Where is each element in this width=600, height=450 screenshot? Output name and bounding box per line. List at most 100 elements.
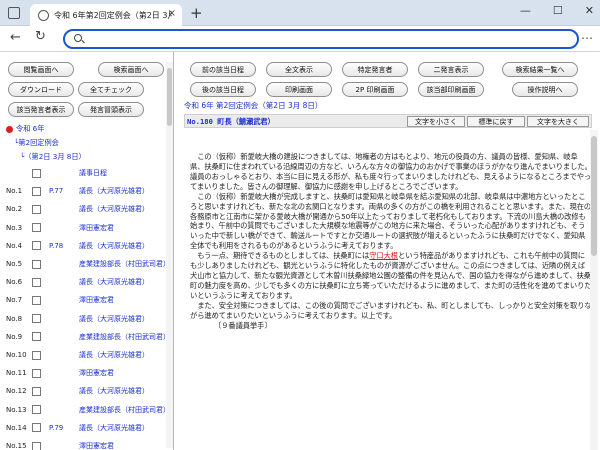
close-window-button[interactable]: ✕ — [585, 4, 594, 17]
item-speaker-link[interactable]: 澤田憲宏君 — [79, 295, 114, 305]
scroll-thumb[interactable] — [167, 68, 172, 126]
item-speaker-link[interactable]: 産業建設部長（村田武司君） — [79, 405, 170, 415]
item-checkbox[interactable] — [32, 277, 41, 287]
speech-paragraph: もう一点、期待できるものとしましては、扶桑町には守口大根という特産品がありますけ… — [190, 251, 592, 300]
right-pane: 前の該当日程 全文表示 特定発言者 二発言表示 検索結果一覧へ 後の該当日程 印… — [176, 52, 600, 450]
item-number: No.11 — [6, 369, 27, 378]
item-checkbox[interactable] — [32, 368, 41, 378]
search-screen-button[interactable]: 検索画面へ — [98, 62, 164, 77]
app-icon[interactable] — [8, 7, 20, 19]
show-speakers-button[interactable]: 該当発言者表示 — [8, 102, 74, 117]
left-scrollbar[interactable] — [166, 62, 173, 448]
item-checkbox[interactable] — [32, 295, 41, 305]
item-checkbox[interactable] — [32, 405, 41, 415]
specific-speaker-button[interactable]: 特定発言者 — [342, 62, 408, 77]
list-item[interactable]: No.15 澤田憲宏君 — [6, 439, 171, 450]
item-speaker-link[interactable]: 議長（大河原光雄君） — [79, 423, 149, 433]
download-button[interactable]: ダウンロード — [8, 82, 74, 97]
right-scrollbar[interactable] — [590, 130, 598, 450]
show-all-button[interactable]: 全文表示 — [266, 62, 332, 77]
item-checkbox[interactable] — [32, 241, 41, 251]
window-controls: — ☐ ✕ — [520, 4, 594, 17]
two-speakers-button[interactable]: 二発言表示 — [418, 62, 484, 77]
font-smaller-button[interactable]: 文字を小さく — [407, 116, 465, 127]
item-number: No.4 — [6, 241, 23, 250]
item-checkbox[interactable] — [32, 168, 41, 178]
prev-day-button[interactable]: 前の該当日程 — [190, 62, 256, 77]
print-screen-button[interactable]: 印刷画面 — [266, 82, 332, 97]
speech-paragraph: また、安全対策につきましては、この後の質問でございますけれども、私、町としまして… — [190, 300, 592, 320]
list-item[interactable]: No.3 澤田憲宏君 — [6, 221, 171, 235]
next-day-button[interactable]: 後の該当日程 — [190, 82, 256, 97]
item-checkbox[interactable] — [32, 314, 41, 324]
item-checkbox[interactable] — [32, 441, 41, 450]
back-button[interactable]: ← — [10, 30, 21, 45]
help-button[interactable]: 操作説明へ — [512, 82, 578, 97]
item-speaker-link[interactable]: 議長（大河原光雄君） — [79, 186, 149, 196]
font-larger-button[interactable]: 文字を大きく — [527, 116, 589, 127]
scroll-thumb[interactable] — [591, 136, 597, 256]
list-item[interactable]: No.10 議長（大河原光雄君） — [6, 348, 171, 362]
new-tab-button[interactable]: + — [190, 4, 203, 22]
reload-button[interactable]: ↻ — [35, 29, 46, 44]
list-item[interactable]: 議事日程 — [6, 166, 171, 180]
print-part-button[interactable]: 該当部印刷画面 — [418, 82, 484, 97]
item-checkbox[interactable] — [32, 386, 41, 396]
item-speaker-link[interactable]: 議長（大河原光雄君） — [79, 277, 149, 287]
tree-day[interactable]: └（第2日 3月 8日） — [20, 152, 86, 162]
globe-icon — [38, 9, 49, 21]
item-number: No.2 — [6, 205, 23, 214]
item-speaker-link[interactable]: 産業建設部長（村田武司君） — [79, 332, 170, 342]
minimize-button[interactable]: — — [520, 4, 531, 17]
view-screen-button[interactable]: 閲覧画面へ — [8, 62, 74, 77]
speech-paragraph: この（仮称）新愛岐大橋が完成しますと、扶桑町は愛知県と岐阜県を結ぶ愛知県の北部、… — [190, 191, 592, 251]
item-speaker-link[interactable]: 澤田憲宏君 — [79, 223, 114, 233]
list-item[interactable]: No.14 P.79 議長（大河原光雄君） — [6, 421, 171, 435]
left-pane: 閲覧画面へ 検索画面へ ダウンロード 全てチェック 該当発言者表示 発言冒頭表示… — [0, 52, 174, 450]
url-input[interactable] — [89, 32, 569, 46]
search-list-button[interactable]: 検索結果一覧へ — [502, 62, 578, 77]
list-item[interactable]: No.8 議長（大河原光雄君） — [6, 312, 171, 326]
browser-menu-button[interactable]: ⋯ — [581, 31, 593, 45]
item-page: P.78 — [49, 241, 64, 250]
tab-close-button[interactable]: × — [168, 8, 176, 19]
list-item[interactable]: No.12 議長（大河原光雄君） — [6, 384, 171, 398]
maximize-button[interactable]: ☐ — [553, 4, 563, 17]
list-item[interactable]: No.6 議長（大河原光雄君） — [6, 275, 171, 289]
item-checkbox[interactable] — [32, 332, 41, 342]
list-item[interactable]: No.9 産業建設部長（村田武司君） — [6, 330, 171, 344]
list-item[interactable]: No.5 産業建設部長（村田武司君） — [6, 257, 171, 271]
item-speaker-link[interactable]: 議事日程 — [79, 168, 107, 178]
item-checkbox[interactable] — [32, 223, 41, 233]
page-content: 閲覧画面へ 検索画面へ ダウンロード 全てチェック 該当発言者表示 発言冒頭表示… — [0, 52, 600, 450]
item-checkbox[interactable] — [32, 350, 41, 360]
list-item[interactable]: No.13 産業建設部長（村田武司君） — [6, 403, 171, 417]
print-2p-button[interactable]: 2P 印刷画面 — [342, 82, 408, 97]
list-item[interactable]: No.4 P.78 議長（大河原光雄君） — [6, 239, 171, 253]
item-speaker-link[interactable]: 議長（大河原光雄君） — [79, 386, 149, 396]
show-attendees-button[interactable]: 発言冒頭表示 — [78, 102, 144, 117]
item-speaker-link[interactable]: 議長（大河原光雄君） — [79, 314, 149, 324]
document-header: 令和 6年 第2回定例会（第2日 3月 8日） — [184, 101, 323, 110]
item-speaker-link[interactable]: 澤田憲宏君 — [79, 368, 114, 378]
list-item[interactable]: No.11 澤田憲宏君 — [6, 366, 171, 380]
item-speaker-link[interactable]: 議長（大河原光雄君） — [79, 204, 149, 214]
item-checkbox[interactable] — [32, 204, 41, 214]
item-checkbox[interactable] — [32, 259, 41, 269]
item-speaker-link[interactable]: 澤田憲宏君 — [79, 441, 114, 450]
list-item[interactable]: No.2 議長（大河原光雄君） — [6, 202, 171, 216]
tree-root[interactable]: 令和 6年 — [6, 124, 44, 134]
item-speaker-link[interactable]: 議長（大河原光雄君） — [79, 241, 149, 251]
omnibox[interactable] — [63, 29, 579, 49]
tree-session[interactable]: └第2回定例会 — [14, 138, 59, 148]
item-checkbox[interactable] — [32, 423, 41, 433]
list-item[interactable]: No.7 澤田憲宏君 — [6, 293, 171, 307]
check-all-button[interactable]: 全てチェック — [78, 82, 144, 97]
item-checkbox[interactable] — [32, 186, 41, 196]
item-speaker-link[interactable]: 産業建設部長（村田武司君） — [79, 259, 170, 269]
list-item[interactable]: No.1 P.77 議長（大河原光雄君） — [6, 184, 171, 198]
speech-body: この（仮称）新愛岐大橋の建設につきましては、地権者の方はもとより、地元の役員の方… — [190, 152, 592, 331]
browser-tab[interactable]: 令和 6年第2回定例会（第2日 3月 8日） × — [30, 4, 182, 26]
font-default-button[interactable]: 標準に戻す — [467, 116, 525, 127]
item-speaker-link[interactable]: 議長（大河原光雄君） — [79, 350, 149, 360]
